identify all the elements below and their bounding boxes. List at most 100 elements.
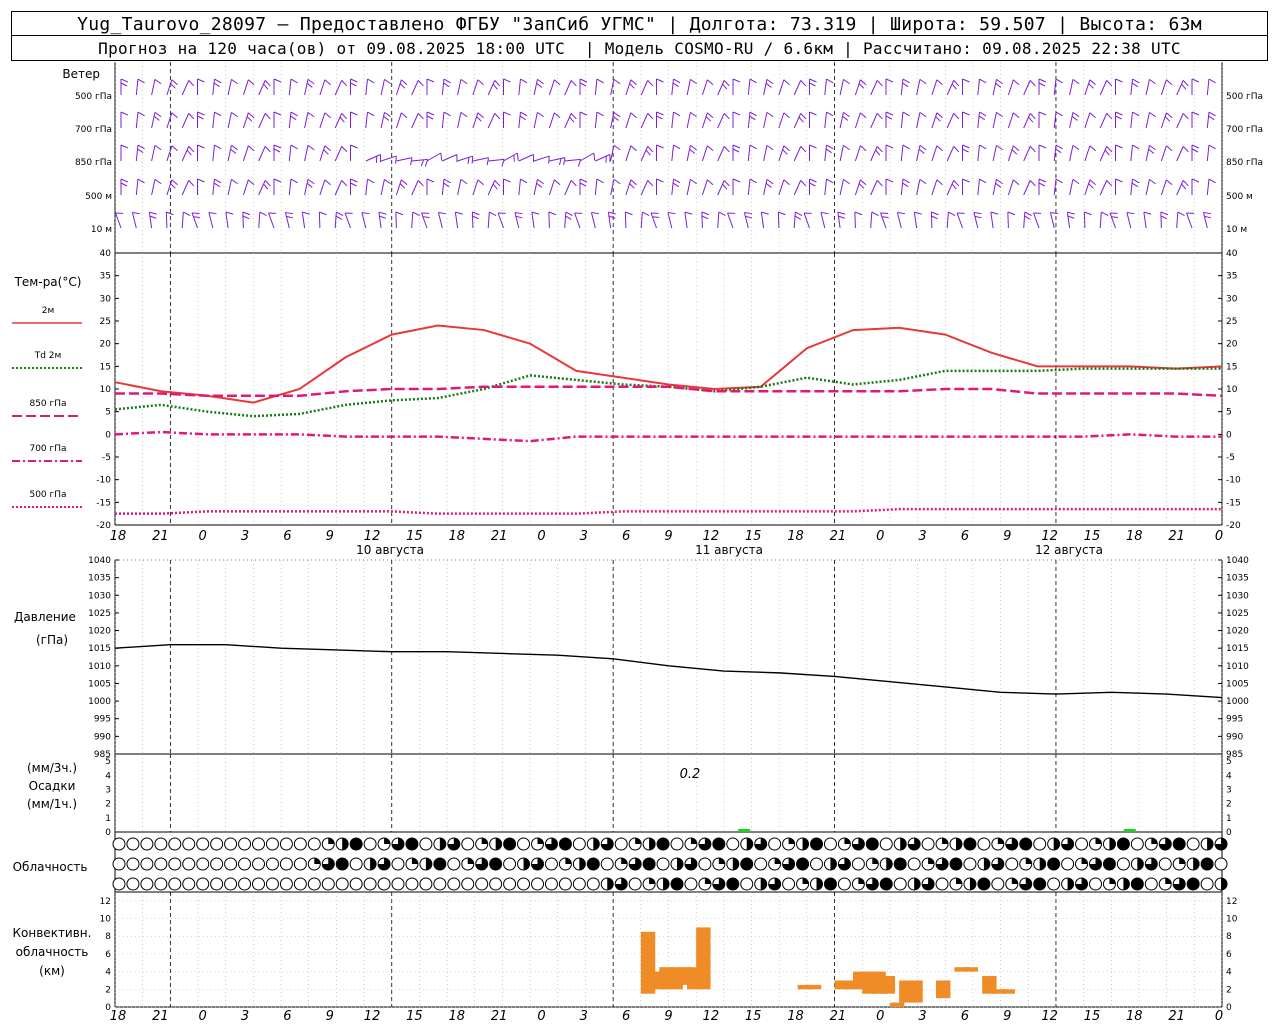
- wind-barb-staff: [1186, 212, 1193, 229]
- wind-barb: [1038, 111, 1047, 128]
- wind-barb: [395, 211, 404, 229]
- wind-barb: [1007, 79, 1020, 96]
- wind-barb-feather: [170, 183, 176, 189]
- wind-barb-staff: [1069, 145, 1074, 162]
- wind-barb-staff: [518, 179, 521, 196]
- temp-ytick-right: 40: [1226, 249, 1238, 259]
- wind-barb-feather: [766, 78, 774, 85]
- wind-barb-feather: [701, 211, 710, 216]
- wind-barb-staff: [165, 211, 168, 229]
- cloud-cover-circle: [154, 837, 168, 851]
- hour-label-top: 6: [622, 529, 630, 544]
- wind-barb-staff: [717, 146, 725, 162]
- cloud-cover-circle: [921, 837, 935, 851]
- wind-barb-feather: [979, 178, 987, 184]
- wind-barb-feather: [707, 145, 714, 152]
- wind-barb-staff: [533, 112, 538, 129]
- wind-barb: [809, 144, 817, 161]
- cloud-cover-circle: [531, 877, 544, 891]
- conv-bar: [889, 1002, 905, 1007]
- wind-barb-feather: [795, 211, 803, 216]
- wind-barb-staff: [497, 212, 504, 229]
- wind-barb: [624, 211, 633, 229]
- wind-barb-feather: [936, 112, 943, 119]
- wind-barb-staff: [916, 179, 921, 196]
- wind-barb-staff: [717, 80, 725, 96]
- wind-barb-feather: [378, 211, 387, 215]
- wind-barb-staff: [365, 179, 368, 196]
- wind-barb: [1084, 179, 1096, 196]
- wind-barb-staff: [564, 80, 572, 96]
- wind-barb-feather: [826, 111, 834, 117]
- cloud-cover-fill: [732, 858, 739, 870]
- wind-barb-staff: [395, 179, 402, 196]
- temp-ytick-right: 35: [1226, 272, 1237, 282]
- wind-barb-staff: [242, 112, 249, 129]
- wind-barb: [992, 178, 1003, 196]
- hour-label-bottom: 0: [537, 1009, 545, 1024]
- wind-barb-staff: [1007, 179, 1014, 196]
- hour-label-bottom: 3: [241, 1009, 249, 1024]
- temp-ytick-right: 10: [1226, 385, 1238, 395]
- wind-barb: [1099, 146, 1113, 162]
- wind-barb-feather: [1132, 178, 1140, 184]
- wind-barb: [442, 154, 458, 163]
- wind-barb-staff: [837, 212, 841, 229]
- wind-barb-staff: [1160, 79, 1167, 96]
- wind-barb-feather: [766, 111, 774, 118]
- precip-ytick-left: 0: [105, 828, 111, 838]
- hour-label-bottom: 9: [664, 1009, 672, 1024]
- wind-barb-feather: [1132, 78, 1140, 84]
- wind-barb-feather: [197, 178, 205, 183]
- wind-barb: [135, 78, 145, 96]
- wind-barb-feather: [367, 78, 375, 84]
- wind-barb-staff: [151, 79, 156, 96]
- cloud-cover-circle: [252, 857, 265, 871]
- wind-barb: [727, 212, 736, 229]
- wind-barb-staff: [760, 212, 765, 229]
- temp-ytick-left: 5: [105, 408, 111, 418]
- wind-barb: [1115, 178, 1123, 195]
- cloud-cover-fill: [886, 858, 893, 870]
- wind-barb-feather: [1131, 82, 1138, 88]
- wind-barb-feather: [625, 211, 633, 216]
- wind-barb: [701, 145, 714, 162]
- cloud-cover-circle: [461, 877, 475, 891]
- wind-barb: [148, 211, 157, 229]
- wind-barb: [594, 111, 604, 129]
- wind-barb-staff: [548, 211, 550, 229]
- wind-barb-staff: [701, 145, 708, 162]
- wind-barb-feather: [749, 115, 756, 121]
- wind-barb-feather: [860, 112, 867, 119]
- wind-barb: [273, 78, 282, 95]
- wind-barb: [650, 212, 660, 229]
- cloud-cover-circle: [684, 877, 698, 891]
- cloud-cover-fill: [523, 858, 530, 870]
- cloud-cover-fill: [621, 858, 628, 864]
- wind-barb-feather: [213, 82, 220, 88]
- wind-barb-staff: [514, 212, 520, 229]
- hour-label-top: 21: [830, 529, 847, 544]
- cloud-cover-circle: [419, 837, 433, 851]
- wind-barb-feather: [919, 178, 927, 185]
- temp-ytick-right: 25: [1226, 317, 1237, 327]
- cloud-cover-fill: [726, 878, 739, 890]
- cloud-cover-circle: [1144, 877, 1158, 891]
- wind-barb-staff: [900, 112, 904, 129]
- wind-barb-staff: [1033, 212, 1040, 229]
- wind-barb-feather: [936, 179, 943, 186]
- wind-barb: [778, 145, 790, 162]
- wind-barb: [701, 112, 714, 129]
- wind-barb-feather: [918, 148, 925, 154]
- wind-barb: [1023, 180, 1036, 196]
- wind-barb-staff: [564, 113, 572, 129]
- wind-barb-feather: [153, 115, 160, 121]
- wind-barb-feather: [826, 78, 834, 84]
- cloud-cover-circle: [391, 877, 405, 891]
- temp-legend-label: 850 гПа: [29, 399, 66, 409]
- wind-barb-staff: [896, 212, 902, 229]
- hour-label-bottom: 3: [918, 1009, 926, 1024]
- wind-barb-feather: [412, 211, 420, 216]
- wind-barb-staff: [212, 112, 215, 129]
- cloud-cover-circle: [851, 857, 865, 871]
